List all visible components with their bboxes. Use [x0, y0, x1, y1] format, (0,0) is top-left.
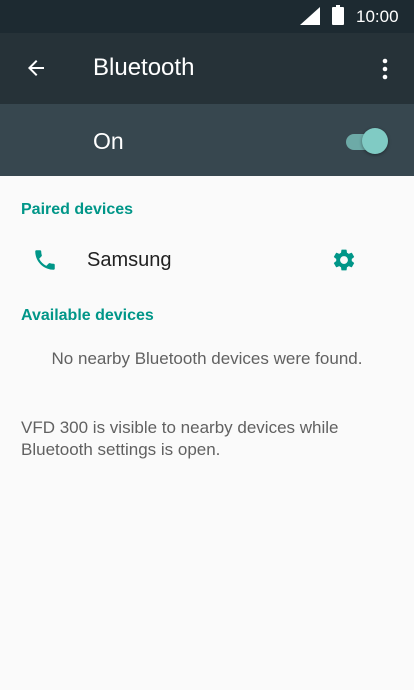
switch-label: On	[93, 128, 124, 154]
signal-icon	[300, 7, 320, 25]
paired-device-row[interactable]: Samsung	[0, 232, 414, 288]
status-time: 10:00	[356, 7, 399, 26]
gear-icon	[333, 249, 355, 271]
device-settings-button[interactable]	[322, 238, 366, 282]
phone-icon	[32, 247, 58, 278]
more-vert-icon	[382, 58, 388, 80]
toggle-thumb	[362, 128, 388, 154]
no-devices-message: No nearby Bluetooth devices were found.	[51, 349, 363, 368]
available-devices-header: Available devices	[21, 307, 154, 324]
battery-icon	[332, 5, 344, 25]
page-title: Bluetooth	[93, 54, 195, 81]
status-bar: 10:00	[0, 0, 414, 33]
bluetooth-toggle[interactable]	[344, 126, 390, 156]
device-name: Samsung	[87, 249, 172, 271]
arrow-back-icon	[28, 60, 44, 76]
bluetooth-switch-bar[interactable]: On	[0, 104, 414, 176]
visibility-note: VFD 300 is visible to nearby devices whi…	[21, 418, 339, 459]
back-button[interactable]	[14, 46, 58, 90]
paired-devices-header: Paired devices	[21, 201, 134, 218]
more-options-button[interactable]	[368, 46, 402, 90]
app-bar: Bluetooth	[0, 33, 414, 104]
